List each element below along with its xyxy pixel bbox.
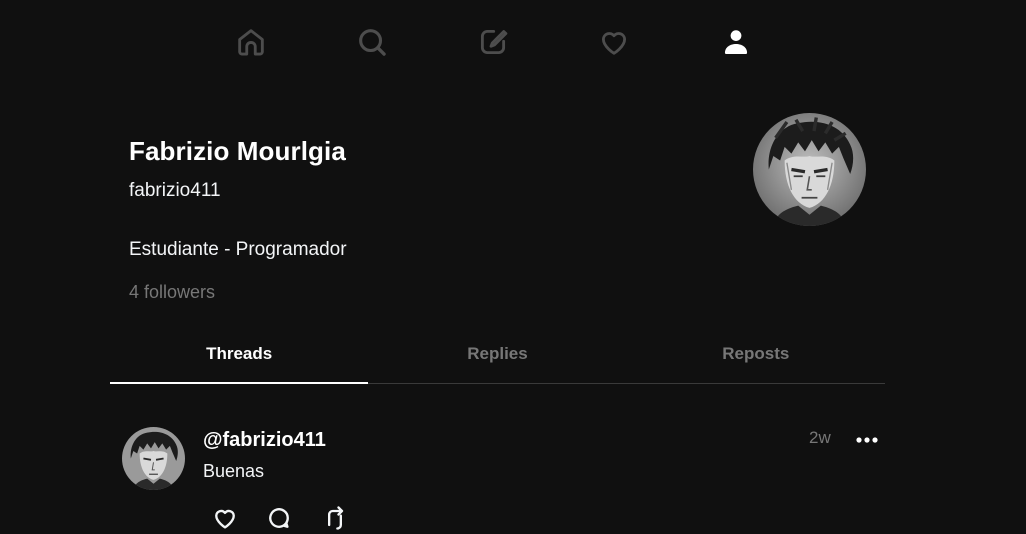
post-username[interactable]: @fabrizio411 [203, 429, 326, 452]
tab-threads[interactable]: Threads [110, 330, 369, 384]
repost-button[interactable] [320, 504, 350, 534]
post-timestamp: 2w [809, 428, 831, 447]
comment-icon [269, 508, 289, 528]
home-icon [238, 29, 264, 56]
nav-home-button[interactable] [231, 22, 271, 62]
search-icon [359, 29, 386, 56]
tab-reposts[interactable]: Reposts [627, 330, 885, 383]
post-avatar[interactable] [122, 427, 185, 490]
nav-profile-button[interactable] [716, 22, 756, 62]
avatar-image [753, 113, 866, 226]
comment-button[interactable] [264, 504, 294, 534]
profile-handle: fabrizio411 [129, 180, 221, 201]
repost-icon [328, 506, 344, 530]
profile-name: Fabrizio Mourlgia [129, 136, 346, 166]
followers-link[interactable]: 4 followers [129, 282, 215, 303]
post-text: Buenas [203, 461, 265, 481]
more-icon [856, 437, 878, 443]
tab-replies[interactable]: Replies [368, 330, 626, 383]
heart-icon [601, 32, 627, 55]
profile-avatar [753, 113, 866, 226]
nav-search-button[interactable] [352, 22, 392, 62]
post-more-button[interactable] [853, 429, 881, 451]
profile-icon [724, 30, 748, 55]
profile-bio: Estudiante - Programador [129, 239, 347, 260]
nav-compose-button[interactable] [473, 22, 513, 62]
profile-tabs: Threads Replies Reposts [110, 330, 885, 384]
avatar-image [122, 427, 185, 490]
heart-icon [215, 509, 235, 529]
nav-activity-button[interactable] [594, 22, 634, 62]
top-navigation [0, 0, 1026, 86]
compose-icon [480, 29, 508, 55]
like-button[interactable] [210, 504, 240, 534]
